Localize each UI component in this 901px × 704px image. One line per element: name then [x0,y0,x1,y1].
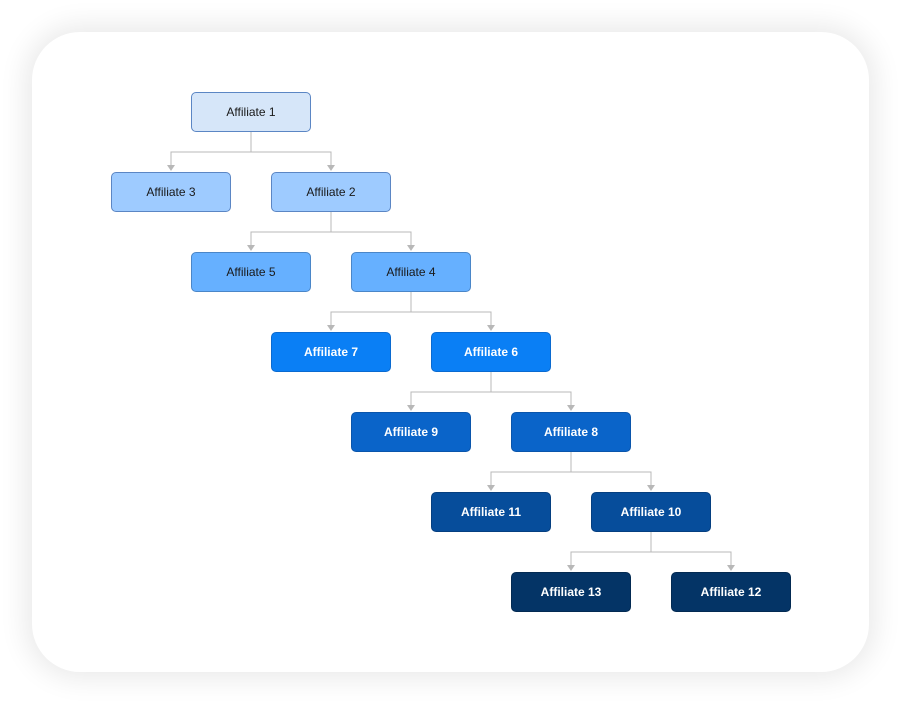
node-affiliate-4[interactable]: Affiliate 4 [351,252,471,292]
node-affiliate-5[interactable]: Affiliate 5 [191,252,311,292]
node-affiliate-1[interactable]: Affiliate 1 [191,92,311,132]
node-affiliate-10[interactable]: Affiliate 10 [591,492,711,532]
node-affiliate-8[interactable]: Affiliate 8 [511,412,631,452]
node-affiliate-11[interactable]: Affiliate 11 [431,492,551,532]
node-affiliate-7[interactable]: Affiliate 7 [271,332,391,372]
node-affiliate-12[interactable]: Affiliate 12 [671,572,791,612]
node-affiliate-6[interactable]: Affiliate 6 [431,332,551,372]
node-affiliate-3[interactable]: Affiliate 3 [111,172,231,212]
node-affiliate-13[interactable]: Affiliate 13 [511,572,631,612]
node-affiliate-2[interactable]: Affiliate 2 [271,172,391,212]
node-affiliate-9[interactable]: Affiliate 9 [351,412,471,452]
